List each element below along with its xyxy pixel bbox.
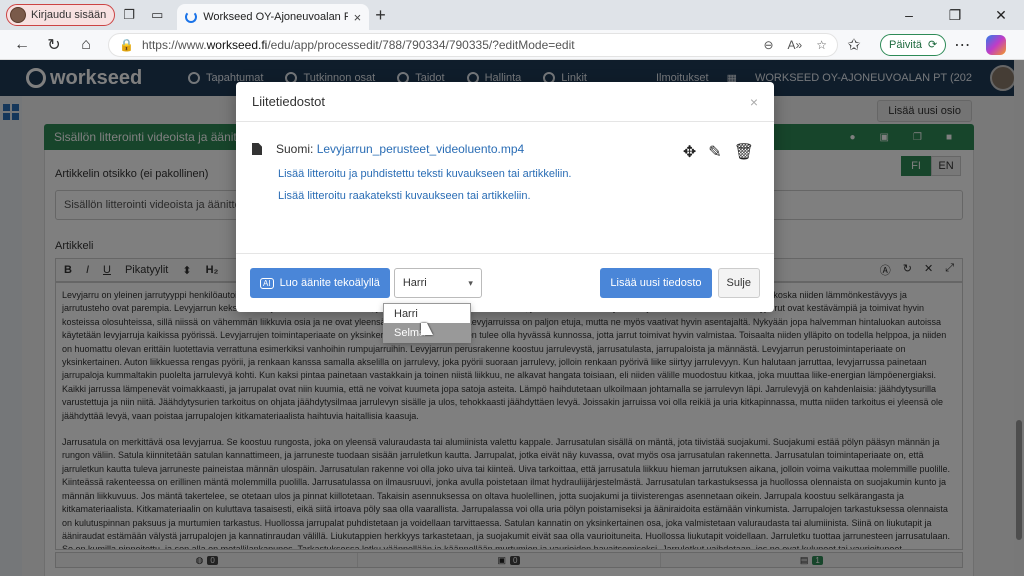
reload-icon[interactable]: ↻: [38, 32, 70, 58]
profile-avatar: [10, 7, 26, 23]
back-icon[interactable]: ←: [6, 32, 38, 58]
ai-badge-icon: AI: [260, 277, 274, 289]
attachment-language: Suomi:: [276, 142, 314, 156]
minimize-icon[interactable]: –: [886, 7, 932, 24]
add-clean-transcript-link[interactable]: Lisää litteroitu ja puhdistettu teksti k…: [278, 168, 758, 180]
more-menu-icon[interactable]: ⋯: [946, 32, 978, 58]
add-raw-transcript-link[interactable]: Lisää litteroitu raakateksti kuvaukseen …: [278, 190, 758, 202]
browser-tab-active[interactable]: Workseed OY-Ajoneuvoalan PT (2 ×: [177, 4, 370, 30]
url-field[interactable]: 🔒 https://www.workseed.fi/edu/app/proces…: [108, 32, 838, 57]
add-new-file-button[interactable]: Lisää uusi tiedosto: [600, 268, 712, 298]
update-button[interactable]: Päivitä ⟳: [880, 33, 947, 56]
attachments-modal: Liitetiedostot × Suomi: Levyjarrun_perus…: [236, 82, 774, 312]
modal-header: Liitetiedostot ×: [236, 82, 774, 122]
attachment-file-link[interactable]: Levyjarrun_perusteet_videoluento.mp4: [317, 142, 524, 156]
loading-spinner-icon: [185, 11, 198, 23]
home-icon[interactable]: ⌂: [70, 32, 102, 58]
trash-icon[interactable]: 🗑: [734, 142, 754, 162]
login-label: Kirjaudu sisään: [31, 9, 107, 21]
copilot-icon[interactable]: [986, 34, 1007, 55]
window-controls: – ❐ ✕: [886, 7, 1024, 24]
close-button[interactable]: Sulje: [717, 268, 760, 298]
move-icon[interactable]: ✥: [683, 142, 696, 162]
new-tab-button[interactable]: +: [375, 5, 386, 26]
tab-title: Workseed OY-Ajoneuvoalan PT (2: [203, 11, 348, 23]
voice-option-harri[interactable]: Harri: [384, 304, 470, 323]
restore-icon[interactable]: ❐: [932, 7, 978, 24]
lock-icon[interactable]: 🔒: [119, 38, 134, 52]
tab-close-icon[interactable]: ×: [354, 10, 362, 25]
file-icon: [252, 143, 262, 155]
modal-close-icon[interactable]: ×: [750, 94, 758, 110]
mouse-cursor-icon: [421, 323, 433, 335]
attachment-actions: ✥ ✎ 🗑: [683, 142, 754, 162]
tab-actions-icon[interactable]: ▭: [143, 1, 171, 29]
chevron-down-icon: ▾: [468, 277, 473, 288]
edit-icon[interactable]: ✎: [708, 142, 721, 162]
url-text: https://www.workseed.fi/edu/app/processe…: [141, 37, 575, 52]
refresh-badge-icon: ⟳: [928, 39, 938, 51]
read-aloud-icon[interactable]: A»: [788, 38, 803, 52]
voice-select[interactable]: Harri ▾: [393, 268, 482, 298]
attachment-text: Suomi: Levyjarrun_perusteet_videoluento.…: [276, 142, 524, 156]
login-button[interactable]: Kirjaudu sisään: [6, 4, 116, 26]
update-label: Päivitä: [889, 38, 923, 51]
browser-tab-bar: Kirjaudu sisään ❐ ▭ Workseed OY-Ajoneuvo…: [0, 0, 1024, 30]
close-window-icon[interactable]: ✕: [978, 7, 1024, 24]
address-bar-row: ← ↻ ⌂ 🔒 https://www.workseed.fi/edu/app/…: [0, 30, 1024, 60]
create-ai-audio-button[interactable]: AI Luo äänite tekoälyllä: [250, 268, 390, 298]
voice-selected-value: Harri: [402, 277, 427, 289]
create-ai-audio-label: Luo äänite tekoälyllä: [279, 277, 380, 289]
favorite-star-icon[interactable]: ☆: [816, 38, 827, 52]
favorites-icon[interactable]: ✩: [838, 32, 870, 58]
zoom-icon[interactable]: ⊖: [763, 38, 773, 52]
workspaces-icon[interactable]: ❐: [115, 1, 143, 29]
url-actions: ⊖ A» ☆: [763, 38, 827, 52]
modal-body: Suomi: Levyjarrun_perusteet_videoluento.…: [236, 122, 774, 254]
modal-title: Liitetiedostot: [252, 94, 325, 109]
modal-footer: AI Luo äänite tekoälyllä Harri ▾ Lisää u…: [236, 254, 774, 312]
